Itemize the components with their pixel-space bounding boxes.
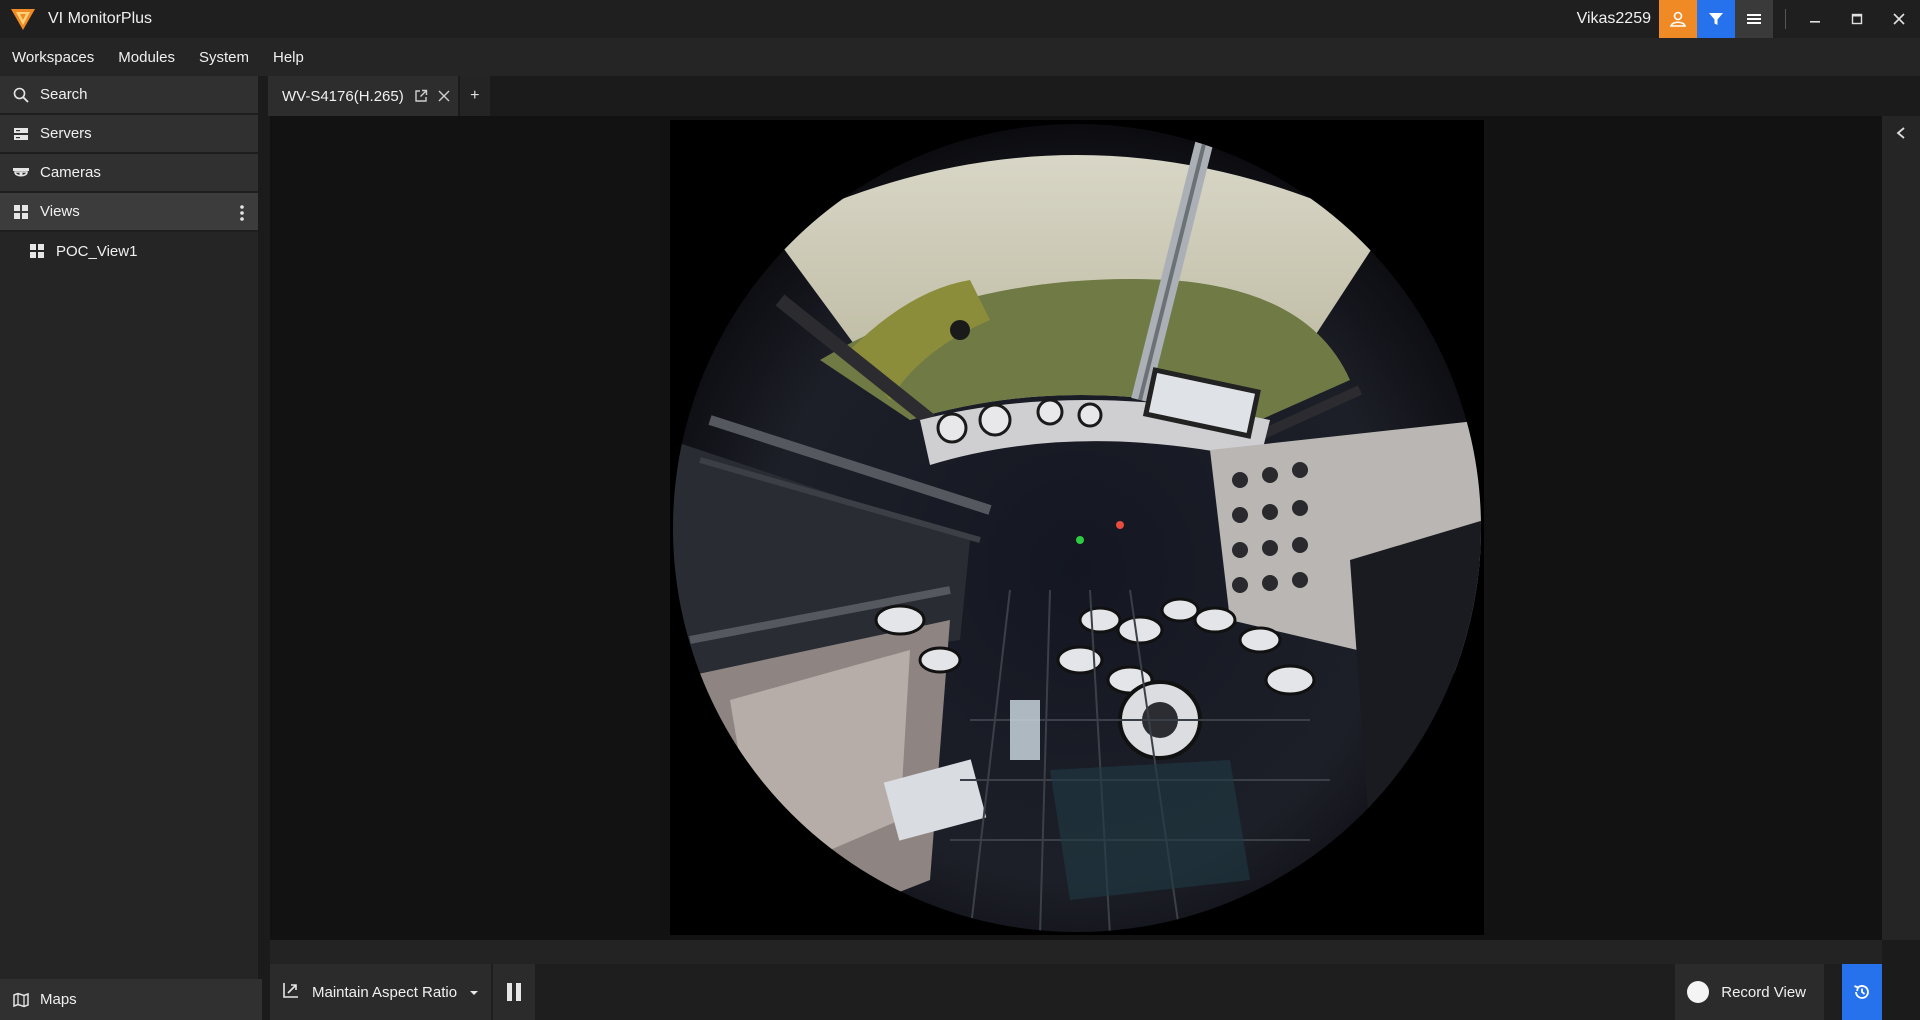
sidebar-item-views[interactable]: Views <box>0 193 258 232</box>
menu-modules[interactable]: Modules <box>106 38 187 76</box>
user-button[interactable] <box>1659 0 1697 38</box>
tab-label: WV-S4176(H.265) <box>282 87 404 105</box>
pause-icon <box>507 983 522 1001</box>
triangle-logo-icon <box>8 4 38 34</box>
camera-icon <box>12 164 30 182</box>
title-bar: VI MonitorPlus Vikas2259 <box>0 0 1920 38</box>
sidebar-item-label: Maps <box>40 991 77 1008</box>
sidebar: Search Servers Cameras Views POC_View1 M… <box>0 76 262 1020</box>
aspect-ratio-label: Maintain Aspect Ratio <box>312 983 458 1001</box>
sidebar-item-cameras[interactable]: Cameras <box>0 154 258 193</box>
menu-help[interactable]: Help <box>261 38 316 76</box>
popout-icon[interactable] <box>414 89 428 103</box>
camera-video-feed[interactable] <box>670 120 1484 935</box>
close-button[interactable] <box>1878 0 1920 38</box>
grid-icon <box>28 242 46 260</box>
filter-icon <box>1709 13 1723 25</box>
timeline-strip[interactable] <box>270 940 1882 964</box>
server-icon <box>12 125 30 143</box>
bottom-toolbar: Maintain Aspect Ratio Record View <box>270 964 1882 1020</box>
sidebar-item-label: Cameras <box>40 164 101 181</box>
record-view-label: Record View <box>1721 983 1806 1001</box>
menu-workspaces[interactable]: Workspaces <box>0 38 106 76</box>
close-icon <box>1893 13 1905 25</box>
aspect-ratio-dropdown[interactable]: Maintain Aspect Ratio <box>270 964 492 1020</box>
history-icon <box>1854 985 1869 999</box>
menu-bar: Workspaces Modules System Help <box>0 38 1920 76</box>
record-view-button[interactable]: Record View <box>1675 964 1824 1020</box>
aspect-ratio-icon <box>282 981 300 1003</box>
more-options-icon[interactable] <box>234 193 250 232</box>
sidebar-item-label: Search <box>40 86 88 103</box>
sidebar-item-search[interactable]: Search <box>0 76 258 115</box>
maximize-icon <box>1851 13 1863 25</box>
sidebar-item-label: Views <box>40 203 80 220</box>
sidebar-item-label: Servers <box>40 125 92 142</box>
add-tab-button[interactable]: + <box>459 76 490 116</box>
filter-button[interactable] <box>1697 0 1735 38</box>
close-tab-icon[interactable] <box>438 90 450 102</box>
video-view-area[interactable] <box>270 116 1882 940</box>
sidebar-item-maps[interactable]: Maps <box>0 979 262 1020</box>
hamburger-icon <box>1747 14 1761 24</box>
maximize-button[interactable] <box>1836 0 1878 38</box>
right-panel-strip <box>1882 116 1920 940</box>
view-item-poc-view1[interactable]: POC_View1 <box>0 232 258 270</box>
history-button[interactable] <box>1842 964 1882 1020</box>
app-title: VI MonitorPlus <box>48 10 153 27</box>
divider <box>1785 9 1786 29</box>
sidebar-item-servers[interactable]: Servers <box>0 115 258 154</box>
grid-icon <box>12 203 30 221</box>
map-icon <box>12 991 30 1009</box>
pause-button[interactable] <box>493 964 536 1020</box>
collapse-panel-icon[interactable] <box>1895 126 1907 940</box>
fisheye-camera-image <box>673 124 1481 932</box>
chevron-down-icon <box>469 984 479 1001</box>
view-item-label: POC_View1 <box>56 242 138 260</box>
menu-button[interactable] <box>1735 0 1773 38</box>
username: Vikas2259 <box>1576 10 1651 27</box>
tab-camera[interactable]: WV-S4176(H.265) <box>268 76 458 116</box>
minimize-button[interactable] <box>1794 0 1836 38</box>
user-icon <box>1670 11 1686 27</box>
menu-system[interactable]: System <box>187 38 261 76</box>
tab-bar: WV-S4176(H.265) + <box>268 76 1920 116</box>
record-icon <box>1687 981 1710 1003</box>
search-icon <box>12 86 30 104</box>
minimize-icon <box>1810 21 1820 23</box>
